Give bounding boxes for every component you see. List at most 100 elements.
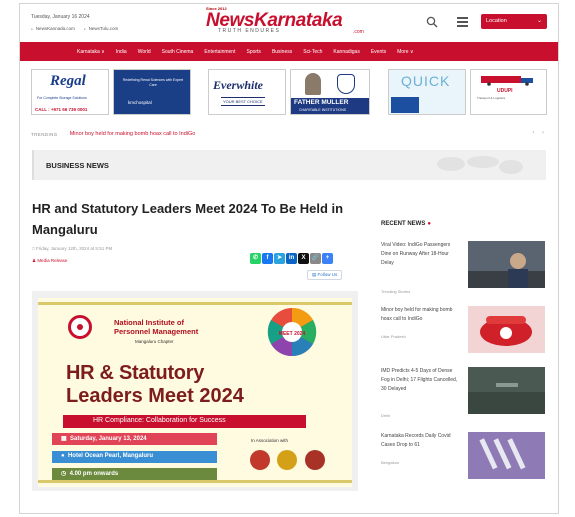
poster-headline-2-text: Leaders Meet — [66, 385, 194, 407]
ad-regal-title: Regal — [50, 73, 86, 89]
news-thumbnail[interactable] — [468, 241, 545, 288]
share-buttons: ✆ f ➤ in X 🔗 + — [250, 253, 333, 264]
nav-item-south-cinema[interactable]: South Cinema — [162, 49, 194, 55]
recent-news-title[interactable]: IMD Predicts 4-5 Days of Dense Fog in De… — [381, 367, 459, 394]
recent-news-heading: RECENT NEWS ● — [381, 221, 431, 227]
ad-everwhite-tagline: YOUR BEST CHOICE — [221, 97, 265, 106]
location-pin-icon: ● — [61, 453, 67, 459]
article-date: □ Friday, January 12th, 2024 at 5:51 PM — [32, 246, 112, 251]
top-link-newskannada[interactable]: NewsKannada.com — [31, 26, 75, 31]
nav-item-sci-tech[interactable]: Sci-Tech — [303, 49, 322, 55]
nav-item-karnataka[interactable]: Karnataka ∨ — [77, 49, 105, 55]
ad-udupi-line: Transport & Logistics — [477, 96, 506, 100]
recent-news-category: Uttar Pradesh — [381, 334, 406, 339]
recent-news-title[interactable]: Viral Video: IndiGo Passengers Dine on R… — [381, 241, 459, 268]
recent-news-category: Trending Stories — [381, 289, 411, 294]
recent-news-item[interactable]: IMD Predicts 4-5 Days of Dense Fog in De… — [381, 367, 549, 427]
poster-year: 2024 — [199, 385, 244, 407]
ad-udupi[interactable]: UDUPI Transport & Logistics — [470, 69, 547, 115]
whatsapp-icon[interactable]: ✆ — [250, 253, 261, 264]
google-news-icon: ▤ — [312, 272, 317, 277]
ad-regal-line: For Complete Storage Solutions — [37, 96, 87, 100]
nav-item-india[interactable]: India — [116, 49, 127, 55]
crest-icon — [337, 74, 355, 94]
trending-nav-arrows[interactable]: ‹ › — [532, 130, 547, 136]
recent-news-title[interactable]: Minor boy held for making bomb hoax call… — [381, 306, 459, 324]
hamburger-menu-icon[interactable] — [457, 17, 468, 27]
logo-domain: .com — [353, 29, 364, 35]
location-select-label: Location — [486, 18, 507, 24]
news-thumbnail[interactable] — [468, 432, 545, 479]
poster-date: ▦ Saturday, January 13, 2024 — [52, 433, 217, 445]
ad-kmc-brand: kmchospital — [128, 100, 152, 105]
ad-father-muller-sub: CHARITABLE INSTITUTIONS — [299, 108, 346, 112]
poster-time-text: 4.00 pm onwards — [69, 471, 119, 477]
search-icon[interactable] — [426, 16, 438, 28]
top-links: NewsKannada.com NewsTulu.com — [31, 26, 118, 31]
recent-news-category: Bengaluru — [381, 460, 400, 465]
follow-us-button[interactable]: ▤ Follow Us — [307, 270, 343, 280]
news-thumbnail[interactable] — [468, 367, 545, 414]
recent-news-category: Delhi — [381, 413, 391, 418]
ad-kmc-line: Redefining Renal Sciences with Expert Ca… — [122, 78, 184, 87]
location-select[interactable]: Location ⌄ — [481, 14, 547, 29]
nav-item-business[interactable]: Business — [272, 49, 292, 55]
facebook-icon[interactable]: f — [262, 253, 273, 264]
more-share-icon[interactable]: + — [322, 253, 333, 264]
ad-kmc-hospital[interactable]: Redefining Renal Sciences with Expert Ca… — [113, 69, 191, 115]
nav-item-events[interactable]: Events — [371, 49, 386, 55]
ad-quick[interactable]: QUICK — [388, 69, 466, 115]
x-icon[interactable]: X — [298, 253, 309, 264]
seal-logo-icon — [250, 450, 270, 470]
ad-father-muller[interactable]: FATHER MULLER CHARITABLE INSTITUTIONS — [290, 69, 370, 115]
nav-item-world[interactable]: World — [138, 49, 151, 55]
truck-icon — [481, 76, 533, 86]
top-link-newstulu[interactable]: NewsTulu.com — [84, 26, 119, 31]
poster-date-text: Saturday, January 13, 2024 — [70, 436, 147, 442]
news-thumbnail[interactable] — [468, 306, 545, 353]
copy-link-icon[interactable]: 🔗 — [310, 253, 321, 264]
poster-association: In Association with — [251, 438, 289, 443]
ad-udupi-title: UDUPI — [497, 88, 513, 94]
poster-headline-1: HR & Statutory — [66, 362, 205, 384]
trending-bar: TRENDING Minor boy held for making bomb … — [31, 128, 547, 140]
section-banner: BUSINESS NEWS — [32, 150, 546, 180]
article-author-name: Media Release — [37, 258, 68, 263]
wheel-label: MEET 2024 — [279, 331, 306, 337]
ad-regal[interactable]: Regal For Complete Storage Solutions CAL… — [31, 69, 109, 115]
telegram-icon[interactable]: ➤ — [274, 253, 285, 264]
poster-chapter: Mangaluru Chapter — [135, 339, 174, 344]
recent-news-title[interactable]: Karnataka Records Daily Covid Cases Drop… — [381, 432, 459, 450]
article-author[interactable]: ♟ Media Release — [32, 258, 67, 264]
nav-item-entertainment[interactable]: Entertainment — [204, 49, 235, 55]
ad-everwhite[interactable]: Everwhite YOUR BEST CHOICE — [208, 69, 286, 115]
trending-headline[interactable]: Minor boy held for making bomb hoax call… — [70, 131, 196, 137]
recent-news-label: RECENT NEWS — [381, 221, 426, 227]
recent-news-item[interactable]: Viral Video: IndiGo Passengers Dine on R… — [381, 241, 549, 301]
recent-news-item[interactable]: Minor boy held for making bomb hoax call… — [381, 306, 549, 366]
clock-icon: ◷ — [61, 471, 68, 477]
user-icon: ♟ — [32, 258, 37, 263]
linkedin-icon[interactable]: in — [286, 253, 297, 264]
calendar-icon: ▦ — [61, 436, 69, 442]
ad-father-muller-title: FATHER MULLER — [294, 99, 349, 106]
logo-motto: TRUTH ENDURES — [218, 28, 281, 34]
world-map-graphic — [437, 156, 523, 174]
follow-us-label: Follow Us — [317, 272, 338, 277]
recent-news-item[interactable]: Karnataka Records Daily Covid Cases Drop… — [381, 432, 549, 492]
nav-item-sports[interactable]: Sports — [246, 49, 260, 55]
calendar-icon: □ — [32, 246, 35, 251]
dot-icon: ● — [427, 221, 431, 227]
current-date: Tuesday, January 16 2024 — [31, 14, 90, 20]
nav-item-kannadigas[interactable]: Kannadigas — [333, 49, 359, 55]
chevron-down-icon: ⌄ — [536, 18, 542, 24]
ad-regal-phone: CALL : +971 56 739 0001 — [35, 107, 88, 112]
poster-headline-2: Leaders Meet 2024 — [66, 385, 244, 408]
ad-everwhite-title: Everwhite — [213, 78, 263, 92]
nav-item-more[interactable]: More ∨ — [397, 49, 413, 55]
department-seal-icon — [305, 450, 325, 470]
event-poster: National Institute of Personnel Manageme… — [38, 298, 352, 487]
trending-label: TRENDING — [31, 131, 58, 137]
ad-banner-row: Regal For Complete Storage Solutions CAL… — [31, 69, 547, 117]
poster-org-line2: Personnel Management — [114, 327, 199, 336]
